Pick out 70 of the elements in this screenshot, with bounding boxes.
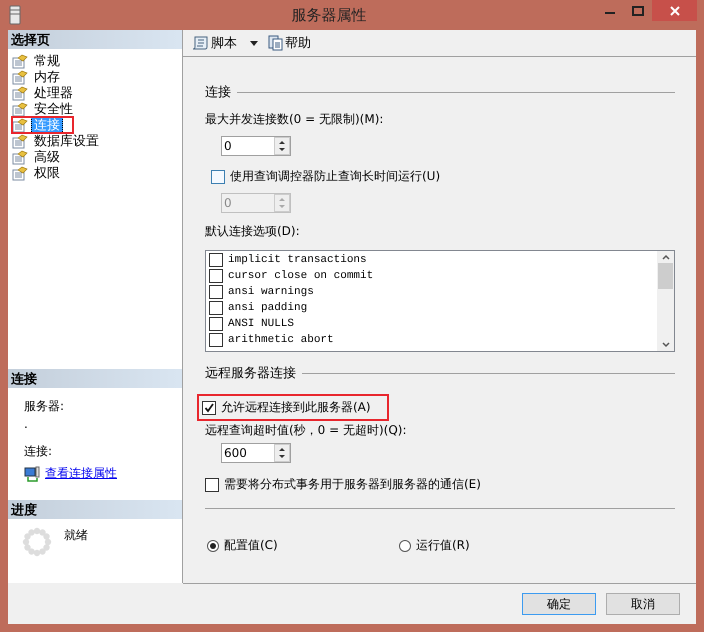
server-label: 服务器: xyxy=(24,398,66,415)
page-icon xyxy=(12,54,28,68)
checkbox-label: 允许远程连接到此服务器(A) xyxy=(221,399,371,416)
nav-item[interactable]: 处理器 xyxy=(12,85,182,101)
page-icon xyxy=(12,86,28,100)
spinner-arrows-icon[interactable] xyxy=(274,137,290,155)
checkbox[interactable] xyxy=(209,269,223,283)
maximize-icon[interactable] xyxy=(632,6,644,16)
spinner-icon xyxy=(22,527,52,557)
spinner-arrows-icon[interactable] xyxy=(274,444,290,462)
cancel-button[interactable]: 取消 xyxy=(606,593,680,615)
checkbox[interactable] xyxy=(209,301,223,315)
section-header: 进度 xyxy=(8,500,182,519)
nav-item[interactable]: 安全性 xyxy=(12,101,182,117)
checkbox[interactable] xyxy=(202,400,216,414)
checkbox-label: ansi warnings xyxy=(228,286,314,298)
close-button[interactable] xyxy=(652,0,697,21)
radio-button[interactable] xyxy=(399,540,411,552)
field-label: 远程查询超时值(秒，0 = 无超时)(Q): xyxy=(205,422,407,439)
checkbox[interactable] xyxy=(209,333,223,347)
dropdown-caret-icon[interactable] xyxy=(247,39,261,47)
radio-label: 运行值(R) xyxy=(416,537,470,554)
number-field[interactable]: 600 xyxy=(221,443,291,463)
group-header: 远程服务器连接 xyxy=(205,364,675,382)
window-title: 服务器属性 xyxy=(292,6,366,24)
checkbox[interactable] xyxy=(211,170,225,184)
help-icon xyxy=(267,35,283,51)
nav-item[interactable]: 常规 xyxy=(12,53,182,69)
app-icon xyxy=(8,5,22,25)
nav-item[interactable]: 数据库设置 xyxy=(12,133,182,149)
group-header: 连接 xyxy=(205,83,675,101)
computer-icon xyxy=(24,466,40,482)
connection-label: 连接: xyxy=(24,443,54,460)
checkbox-label: ansi padding xyxy=(228,302,308,314)
field-label: 默认连接选项(D): xyxy=(205,223,300,240)
checkbox[interactable] xyxy=(205,478,219,492)
checkbox-label: 使用查询调控器防止查询长时间运行(U) xyxy=(230,168,440,185)
script-icon xyxy=(191,35,209,51)
toolbar-button[interactable]: 帮助 xyxy=(267,34,311,52)
field-label: 最大并发连接数(0 = 无限制)(M): xyxy=(205,111,384,128)
toolbar-button[interactable]: 脚本 xyxy=(191,34,237,52)
radio-label: 配置值(C) xyxy=(224,537,278,554)
nav-item[interactable]: 权限 xyxy=(12,165,182,181)
server-value: . xyxy=(24,417,29,431)
ok-button[interactable]: 确定 xyxy=(522,593,596,615)
checkbox-label: cursor close on commit xyxy=(228,270,374,282)
nav-item[interactable]: 高级 xyxy=(12,149,182,165)
checkbox-label: arithmetic abort xyxy=(228,334,334,346)
checkbox-label: ANSI NULLS xyxy=(228,318,294,330)
checkbox[interactable] xyxy=(209,317,223,331)
page-icon xyxy=(12,102,28,116)
section-header: 选择页 xyxy=(8,30,182,49)
number-field[interactable]: 0 xyxy=(221,136,291,156)
page-icon xyxy=(12,150,28,164)
view-connection-properties-link[interactable]: 查看连接属性 xyxy=(45,465,117,482)
page-icon xyxy=(12,166,28,180)
checkbox[interactable] xyxy=(209,285,223,299)
section-header: 连接 xyxy=(8,369,182,388)
checkbox-label: 需要将分布式事务用于服务器到服务器的通信(E) xyxy=(224,476,481,493)
scrollbar[interactable] xyxy=(657,251,674,351)
scrollbar-thumb[interactable] xyxy=(658,263,673,289)
progress-status: 就绪 xyxy=(64,527,88,544)
nav-item[interactable]: 内存 xyxy=(12,69,182,85)
page-icon xyxy=(12,70,28,84)
radio-button[interactable] xyxy=(207,540,219,552)
close-icon[interactable] xyxy=(668,6,680,16)
checkbox-label: implicit transactions xyxy=(228,254,367,266)
page-icon xyxy=(12,134,28,148)
checkbox[interactable] xyxy=(209,253,223,267)
page-icon xyxy=(12,118,28,132)
